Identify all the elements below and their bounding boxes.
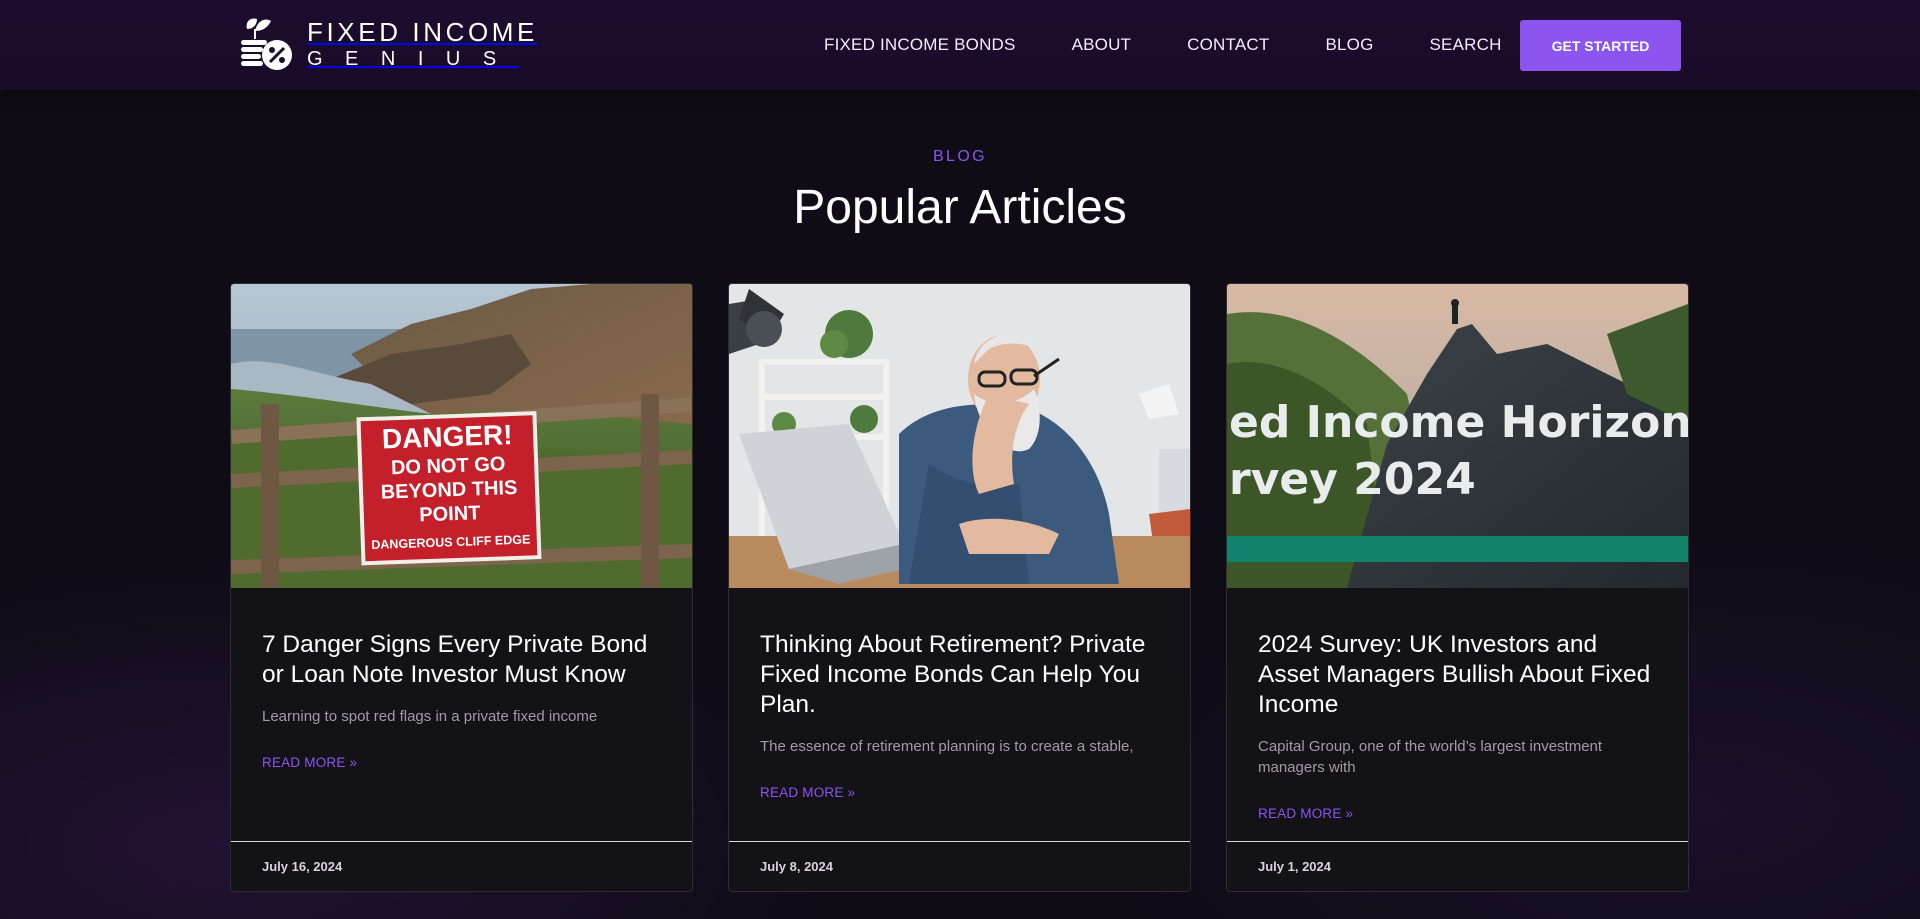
nav-contact[interactable]: CONTACT: [1187, 35, 1269, 55]
article-image-1[interactable]: DANGER! DO NOT GO BEYOND THIS POINT DANG…: [231, 284, 692, 588]
coins-percent-icon: [241, 18, 292, 70]
page-title: Popular Articles: [793, 181, 1127, 234]
article-excerpt: The essence of retirement planning is to…: [760, 738, 1134, 755]
site-header: FIXED INCOME GENIUS FIXED INCOME BONDS A…: [0, 0, 1920, 90]
sign-line-2: DO NOT GO: [391, 453, 506, 479]
nav-fixed-income-bonds[interactable]: FIXED INCOME BONDS: [824, 35, 1016, 55]
read-more-link[interactable]: READ MORE »: [1258, 806, 1353, 821]
read-more-link[interactable]: READ MORE »: [760, 785, 855, 800]
article-date: July 1, 2024: [1258, 859, 1331, 874]
nav-about[interactable]: ABOUT: [1072, 35, 1132, 55]
logo-wordmark: FIXED INCOME GENIUS: [307, 19, 538, 69]
nav-blog[interactable]: BLOG: [1325, 35, 1373, 55]
article-footer-3: July 1, 2024: [1227, 841, 1688, 891]
article-date: July 16, 2024: [262, 859, 343, 874]
article-card-1: DANGER! DO NOT GO BEYOND THIS POINT DANG…: [230, 283, 693, 892]
site-logo[interactable]: FIXED INCOME GENIUS: [237, 14, 538, 74]
article-excerpt: Capital Group, one of the world’s larges…: [1258, 738, 1603, 776]
article-title[interactable]: 2024 Survey: UK Investors and Asset Mana…: [1258, 630, 1658, 720]
article-title[interactable]: Thinking About Retirement? Private Fixed…: [760, 630, 1160, 720]
man-with-laptop-image: [729, 284, 1190, 588]
logo-line2: GENIUS: [307, 48, 519, 70]
read-more-link[interactable]: READ MORE »: [262, 755, 357, 770]
logo-line1: FIXED INCOME: [307, 17, 538, 47]
article-footer-2: July 8, 2024: [729, 841, 1190, 891]
cliff-danger-sign-image: DANGER! DO NOT GO BEYOND THIS POINT DANG…: [231, 284, 692, 588]
nav-search[interactable]: SEARCH: [1430, 35, 1502, 55]
survey-overlay-line2: rvey 2024: [1229, 454, 1476, 505]
article-footer-1: July 16, 2024: [231, 841, 692, 891]
main-nav: FIXED INCOME BONDS ABOUT CONTACT BLOG SE…: [824, 0, 1558, 90]
article-excerpt: Learning to spot red flags in a private …: [262, 708, 598, 725]
sign-line-1: DANGER!: [381, 419, 513, 455]
article-body-3: 2024 Survey: UK Investors and Asset Mana…: [1258, 630, 1658, 823]
article-body-1: 7 Danger Signs Every Private Bond or Loa…: [262, 630, 662, 772]
article-image-3[interactable]: ed Income Horizons rvey 2024: [1227, 284, 1688, 588]
article-image-2[interactable]: [729, 284, 1190, 588]
article-grid: DANGER! DO NOT GO BEYOND THIS POINT DANG…: [230, 283, 1690, 893]
article-card-3: ed Income Horizons rvey 2024 2024 Survey…: [1226, 283, 1689, 892]
survey-overlay-line1: ed Income Horizons: [1229, 397, 1688, 448]
article-body-2: Thinking About Retirement? Private Fixed…: [760, 630, 1160, 802]
article-card-2: Thinking About Retirement? Private Fixed…: [728, 283, 1191, 892]
article-title[interactable]: 7 Danger Signs Every Private Bond or Loa…: [262, 630, 662, 690]
mountain-survey-image: ed Income Horizons rvey 2024: [1227, 284, 1688, 588]
get-started-button[interactable]: GET STARTED: [1520, 20, 1681, 71]
section-label: BLOG: [932, 148, 988, 165]
sign-line-4: POINT: [419, 502, 481, 526]
article-date: July 8, 2024: [760, 859, 833, 874]
